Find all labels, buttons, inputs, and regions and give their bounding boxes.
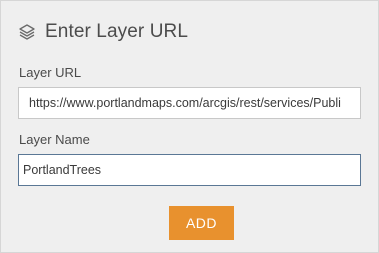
enter-layer-url-panel: Enter Layer URL Layer URL Layer Name ADD [0, 0, 379, 253]
layers-icon [18, 23, 36, 41]
layer-url-input[interactable] [18, 87, 361, 119]
layer-name-input[interactable] [18, 154, 361, 186]
panel-title: Enter Layer URL [45, 21, 189, 42]
panel-header: Enter Layer URL [18, 19, 188, 45]
layer-name-label: Layer Name [19, 132, 90, 147]
add-button[interactable]: ADD [169, 206, 234, 240]
layer-url-label: Layer URL [19, 65, 82, 80]
